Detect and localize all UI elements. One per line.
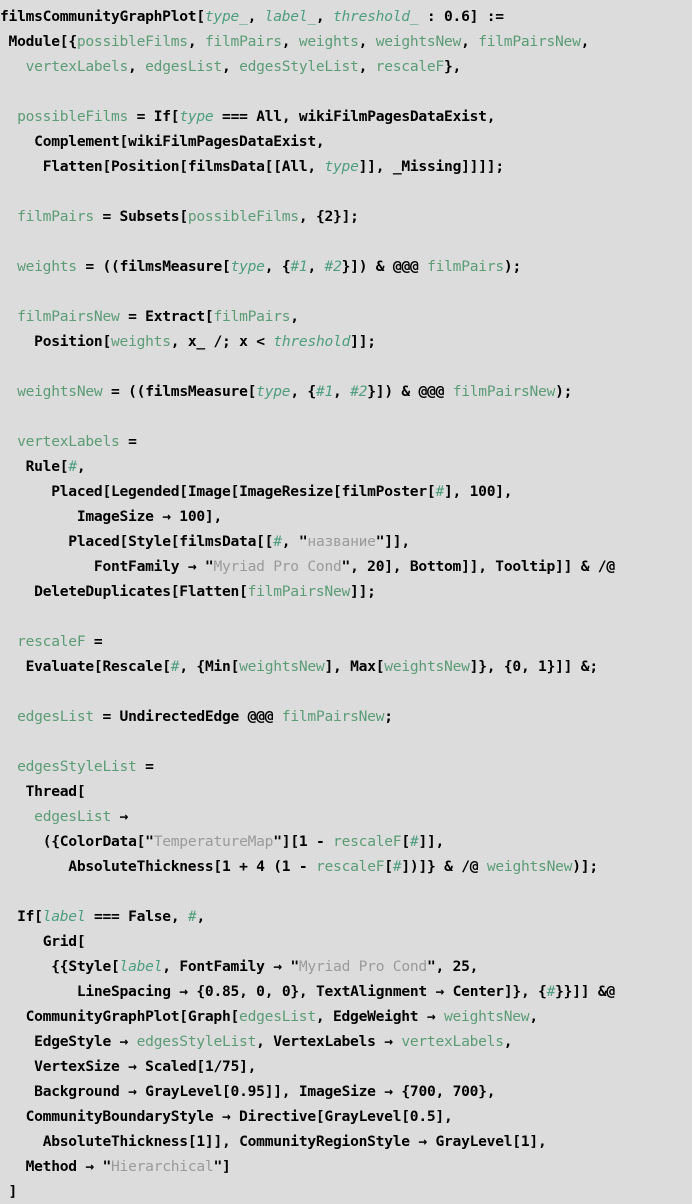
code-line: vertexLabels = [17,433,137,450]
code-line: CommunityGraphPlot[Graph[edgesList, Edge… [25,1008,539,1025]
code-line: Method → "Hierarchical"] [25,1158,231,1175]
code-line: ImageSize → 100], [76,508,222,525]
code-line: ] [8,1183,18,1200]
code-line: Thread[ [25,783,86,800]
code-line: edgesList → [34,808,129,825]
wolfram-input-cell[interactable]: filmsCommunityGraphPlot[type_, label_, t… [0,0,692,1200]
code-line: Position[weights, x_ /; x < threshold]]; [34,333,376,350]
code-line: Grid[ [42,933,86,950]
code-line: weightsNew = ((filmsMeasure[type, {#1, #… [17,383,573,400]
code-line: Placed[Legended[Image[ImageResize[filmPo… [51,483,513,500]
code-line: FontFamily → "Myriad Pro Cond", 20], Bot… [93,558,615,575]
code-line: filmsCommunityGraphPlot[type_, label_, t… [0,8,504,25]
code-line: EdgeStyle → edgesStyleList, VertexLabels… [34,1033,513,1050]
code-line: possibleFilms = If[type === All, wikiFil… [17,108,496,125]
code-line: DeleteDuplicates[Flatten[filmPairsNew]]; [34,583,376,600]
code-line: weights = ((filmsMeasure[type, {#1, #2}]… [17,258,521,275]
code-body[interactable]: filmsCommunityGraphPlot[type_, label_, t… [0,4,692,1204]
code-line: edgesList = UndirectedEdge @@@ filmPairs… [17,708,393,725]
code-line: Evaluate[Rescale[#, {Min[weightsNew], Ma… [25,658,598,675]
code-line: Module[{possibleFilms, filmPairs, weight… [8,33,590,50]
code-line: edgesStyleList = [17,758,154,775]
code-line: vertexLabels, edgesList, edgesStyleList,… [25,58,462,75]
code-line: If[label === False, #, [17,908,205,925]
code-line: CommunityBoundaryStyle → Directive[GrayL… [25,1108,453,1125]
code-line: VertexSize → Scaled[1/75], [34,1058,257,1075]
code-line: rescaleF = [17,633,103,650]
code-line: Rule[#, [25,458,86,475]
code-line: LineSpacing → {0.85, 0, 0}, TextAlignmen… [76,983,615,1000]
code-line: filmPairsNew = Extract[filmPairs, [17,308,299,325]
code-line: Placed[Style[filmsData[[#, "название"]], [68,533,410,550]
code-line: filmPairs = Subsets[possibleFilms, {2}]; [17,208,359,225]
code-line: AbsoluteThickness[1 + 4 (1 - rescaleF[#]… [68,858,598,875]
code-line: Flatten[Position[filmsData[[All, type]],… [42,158,504,175]
code-line: ({ColorData["TemperatureMap"][1 - rescal… [42,833,445,850]
code-line: Background → GrayLevel[0.95]], ImageSize… [34,1083,496,1100]
code-line: {{Style[label, FontFamily → "Myriad Pro … [51,958,479,975]
code-line: AbsoluteThickness[1]], CommunityRegionSt… [42,1133,547,1150]
code-line: Complement[wikiFilmPagesDataExist, [34,133,325,150]
